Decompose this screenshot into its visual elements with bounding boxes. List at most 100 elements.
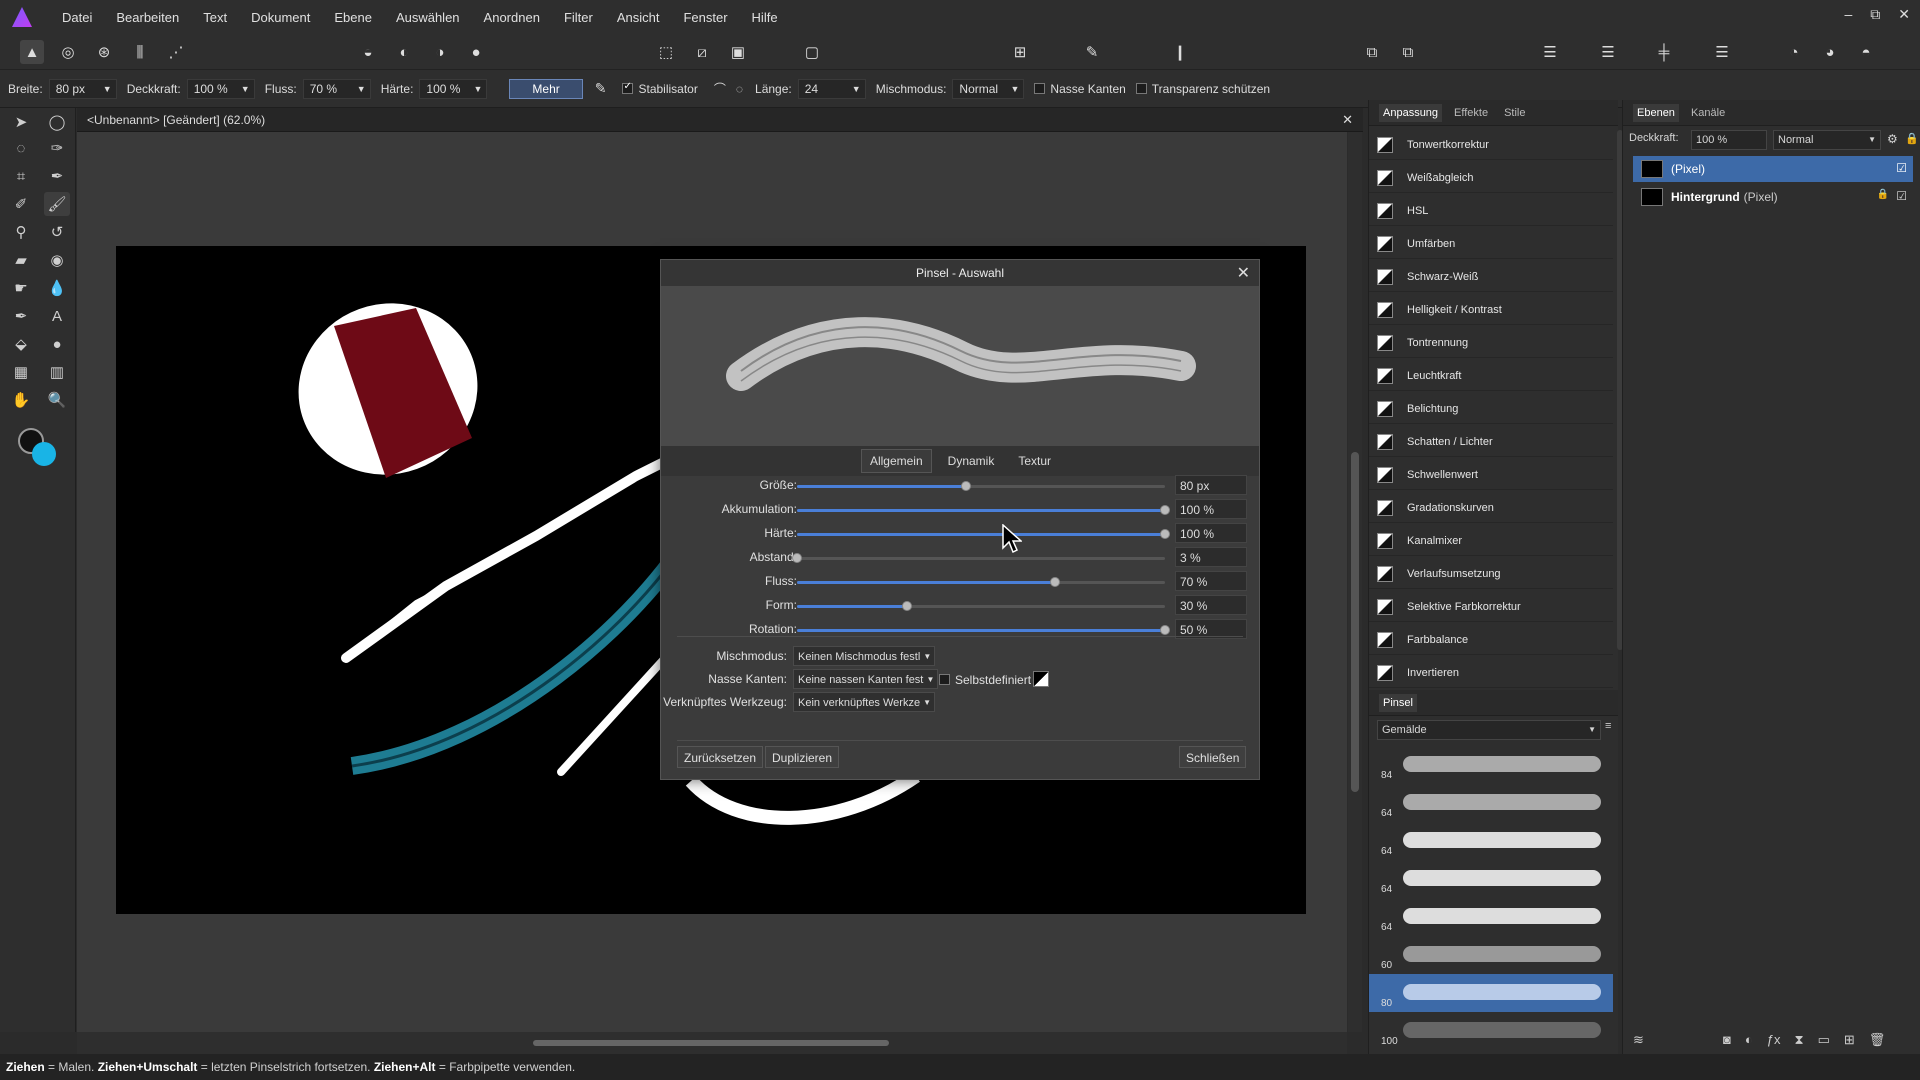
brush-options-icon[interactable]: ✎ [1080, 40, 1104, 64]
blend-mode-select[interactable]: Normal ▼ [952, 78, 1025, 99]
adjustment-item[interactable]: Verlaufsumsetzung [1369, 559, 1613, 589]
blur-tool-icon[interactable]: 💧 [44, 276, 70, 300]
mask-icon[interactable]: ◙ [1723, 1032, 1731, 1048]
menu-ansicht[interactable]: Ansicht [605, 10, 672, 25]
flow-value-field[interactable]: 70 % [1175, 571, 1247, 591]
tab-anpassung[interactable]: Anpassung [1379, 103, 1443, 122]
more-button[interactable]: Mehr [509, 78, 583, 99]
tab-allgemein[interactable]: Allgemein [860, 449, 932, 473]
tab-dynamik[interactable]: Dynamik [940, 450, 1003, 472]
brush-preset[interactable]: 84 [1369, 746, 1613, 784]
menu-anordnen[interactable]: Anordnen [472, 10, 552, 25]
opacity-field[interactable]: 100 % ▼ [186, 78, 255, 99]
brush-preset[interactable]: 80 [1369, 974, 1613, 1012]
perspective-tool-icon[interactable]: ▥ [44, 360, 70, 384]
dialog-wet-edges-select[interactable]: Keine nassen Kanten fest ▼ [793, 669, 939, 689]
boolean-add-icon[interactable]: ◔ [1782, 40, 1806, 64]
adjustment-item[interactable]: HSL [1369, 196, 1613, 226]
group-icon[interactable]: ▭ [1818, 1032, 1830, 1048]
hand-tool-icon[interactable]: ✋ [8, 388, 34, 412]
brush-preset[interactable]: 100 [1369, 1012, 1613, 1050]
adjustment-item[interactable]: Farbbalance [1369, 625, 1613, 655]
menu-hilfe[interactable]: Hilfe [740, 10, 790, 25]
auto-contrast-icon[interactable]: ◐ [392, 40, 416, 64]
custom-checkbox[interactable] [939, 674, 950, 685]
linked-tool-select[interactable]: Kein verknüpftes Werkze ▼ [793, 692, 936, 712]
pressure-curve-icon[interactable] [1033, 671, 1049, 687]
menu-fenster[interactable]: Fenster [671, 10, 739, 25]
hardness-slider[interactable] [797, 529, 1170, 539]
arrange-front-icon[interactable]: ⧉ [1360, 40, 1384, 64]
flow-field[interactable]: 70 % ▼ [302, 78, 371, 99]
live-filter-icon[interactable]: ⧗ [1794, 1032, 1803, 1048]
mesh-warp-icon[interactable]: ▦ [8, 360, 34, 384]
adjustment-item[interactable]: Helligkeit / Kontrast [1369, 295, 1613, 325]
adjustment-item[interactable]: Weißabgleich [1369, 163, 1613, 193]
shape-value-field[interactable]: 30 % [1175, 595, 1247, 615]
duplicate-button[interactable]: Duplizieren [765, 746, 840, 768]
menu-ebene[interactable]: Ebene [322, 10, 384, 25]
horizontal-scrollbar[interactable] [77, 1032, 1347, 1054]
adjustment-item[interactable]: Invertieren [1369, 658, 1613, 688]
align-middle-icon[interactable]: ╪ [1652, 40, 1676, 64]
layer-pixel[interactable]: (Pixel) ☑ [1633, 156, 1913, 182]
layer-opacity-field[interactable]: 100 % [1691, 130, 1767, 150]
accumulation-value-field[interactable]: 100 % [1175, 499, 1247, 519]
quick-mask-icon[interactable]: ▢ [800, 40, 824, 64]
brush-preset[interactable]: 64 [1369, 860, 1613, 898]
fx-icon[interactable]: ƒx [1767, 1032, 1781, 1048]
horizontal-scroll-thumb[interactable] [533, 1040, 889, 1046]
adjustment-item[interactable]: Selektive Farbkorrektur [1369, 592, 1613, 622]
paint-mixer-icon[interactable]: ✐ [8, 192, 34, 216]
assistant-icon[interactable]: ❙ [1168, 40, 1192, 64]
deselect-icon[interactable]: ⧄ [690, 40, 714, 64]
auto-color-icon[interactable]: ◑ [428, 40, 452, 64]
tab-effekte[interactable]: Effekte [1450, 104, 1492, 122]
align-right-icon[interactable]: ☰ [1710, 40, 1734, 64]
close-window-button[interactable]: ✕ [1898, 6, 1910, 23]
tab-pinsel[interactable]: Pinsel [1379, 693, 1417, 712]
align-center-icon[interactable]: ☰ [1596, 40, 1620, 64]
adjustment-item[interactable]: Tonwertkorrektur [1369, 130, 1613, 160]
move-tool-icon[interactable]: ➤ [8, 110, 34, 134]
visibility-checkbox[interactable]: ☑ [1896, 161, 1907, 175]
hardness-slider-handle[interactable] [1160, 529, 1170, 539]
close-button[interactable]: Schließen [1179, 746, 1247, 768]
document-tab[interactable]: <Unbenannt> [Geändert] (62.0%) ✕ [77, 108, 1363, 132]
boolean-subtract-icon[interactable]: ◕ [1818, 40, 1842, 64]
menu-dokument[interactable]: Dokument [239, 10, 322, 25]
clone-tool-icon[interactable]: ⚲ [8, 220, 34, 244]
hardness-value-field[interactable]: 100 % [1175, 523, 1247, 543]
adjustment-item[interactable]: Schwarz-Weiß [1369, 262, 1613, 292]
size-slider[interactable] [797, 481, 1165, 491]
rotation-slider[interactable] [797, 625, 1170, 635]
tab-stile[interactable]: Stile [1500, 104, 1529, 122]
layer-stack-icon[interactable]: ≋ [1633, 1032, 1644, 1048]
smudge-tool-icon[interactable]: ☛ [8, 276, 34, 300]
lasso-tool-icon[interactable]: ◯ [44, 110, 70, 134]
size-value-field[interactable]: 80 px [1175, 475, 1247, 495]
flow-slider[interactable] [797, 577, 1165, 587]
tab-kanaele[interactable]: Kanäle [1687, 104, 1729, 122]
lock-icon[interactable]: 🔒 [1905, 132, 1919, 145]
brush-preset[interactable]: 64 [1369, 822, 1613, 860]
selection-brush-icon[interactable]: ✑ [44, 136, 70, 160]
liquify-persona-icon[interactable]: ◎ [56, 40, 80, 64]
flow-slider-handle[interactable] [1049, 577, 1060, 587]
protect-alpha-checkbox[interactable] [1135, 83, 1147, 94]
add-layer-icon[interactable]: ⊞ [1844, 1032, 1855, 1048]
length-field[interactable]: 24 ▼ [797, 78, 866, 99]
width-field[interactable]: 80 px ▼ [48, 78, 117, 99]
lock-icon[interactable]: 🔒 [1877, 189, 1889, 200]
menu-text[interactable]: Text [191, 10, 239, 25]
minimize-button[interactable]: – [1844, 6, 1852, 23]
invert-selection-icon[interactable]: ▣ [726, 40, 750, 64]
adjustment-item[interactable]: Tontrennung [1369, 328, 1613, 358]
tab-ebenen[interactable]: Ebenen [1633, 103, 1679, 122]
eraser-tool-icon[interactable]: ▰ [8, 248, 34, 272]
secondary-color-swatch[interactable] [32, 442, 56, 466]
close-dialog-icon[interactable]: ✕ [1237, 263, 1250, 283]
vertical-scroll-thumb[interactable] [1351, 452, 1359, 792]
tone-mapping-persona-icon[interactable]: ⫼ [128, 40, 152, 64]
layer-blend-select[interactable]: Normal ▼ [1773, 130, 1881, 150]
